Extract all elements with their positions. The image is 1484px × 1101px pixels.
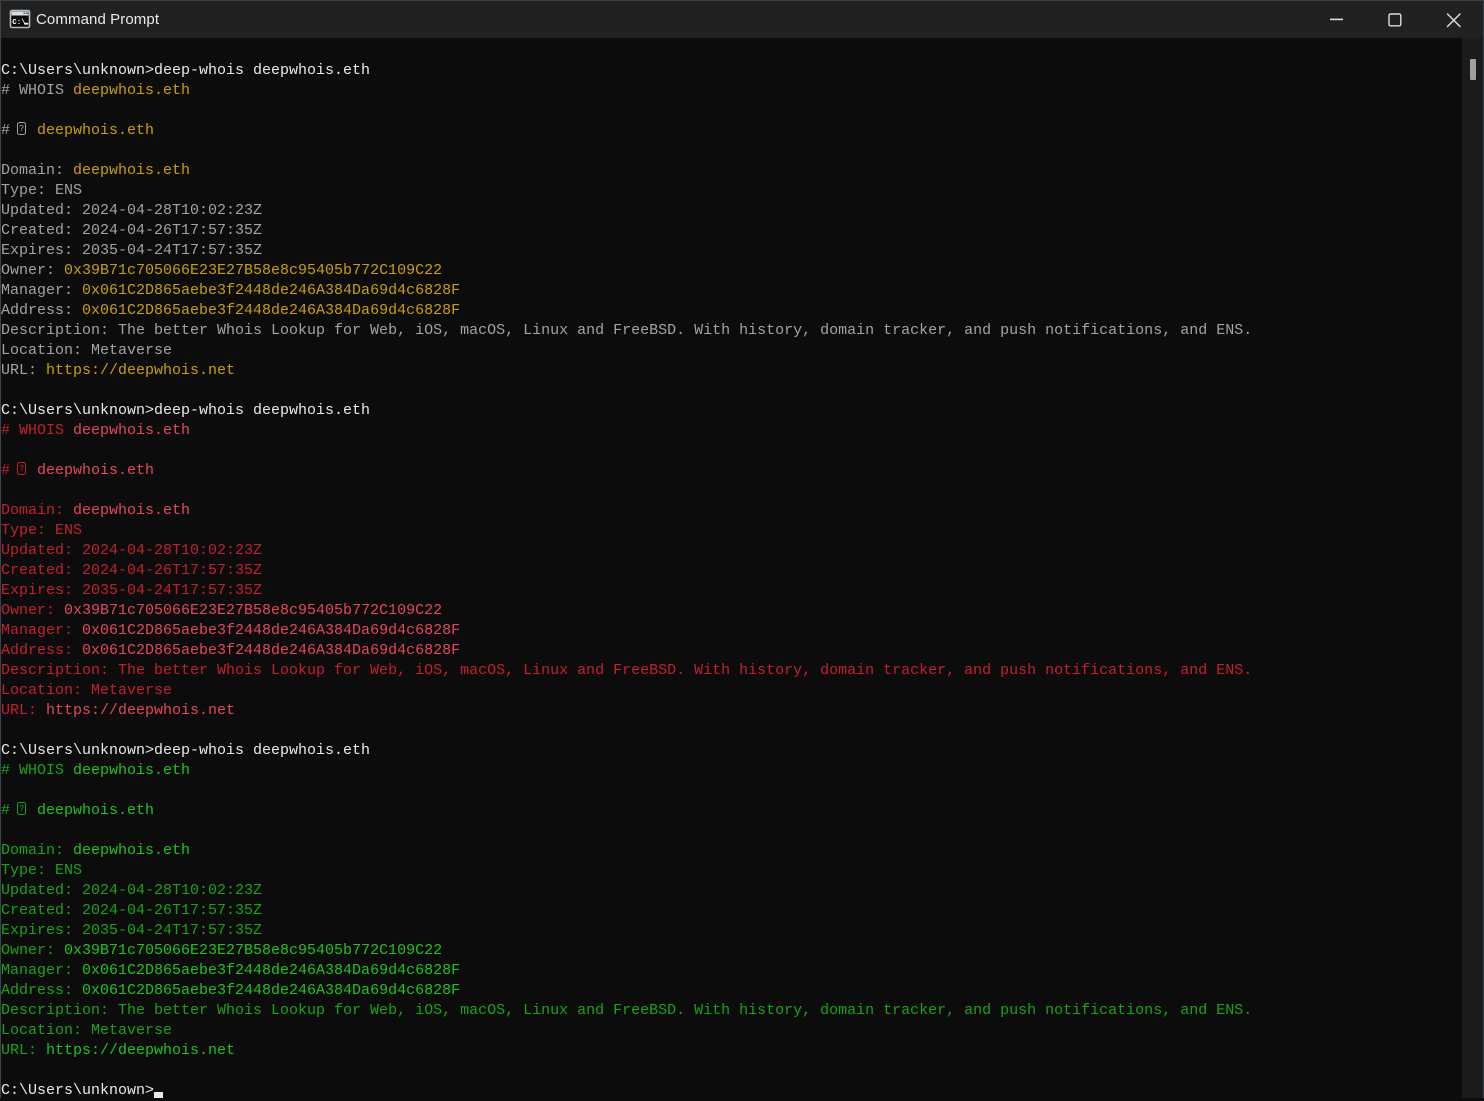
svg-text:C:\: C:\ — [12, 19, 26, 27]
